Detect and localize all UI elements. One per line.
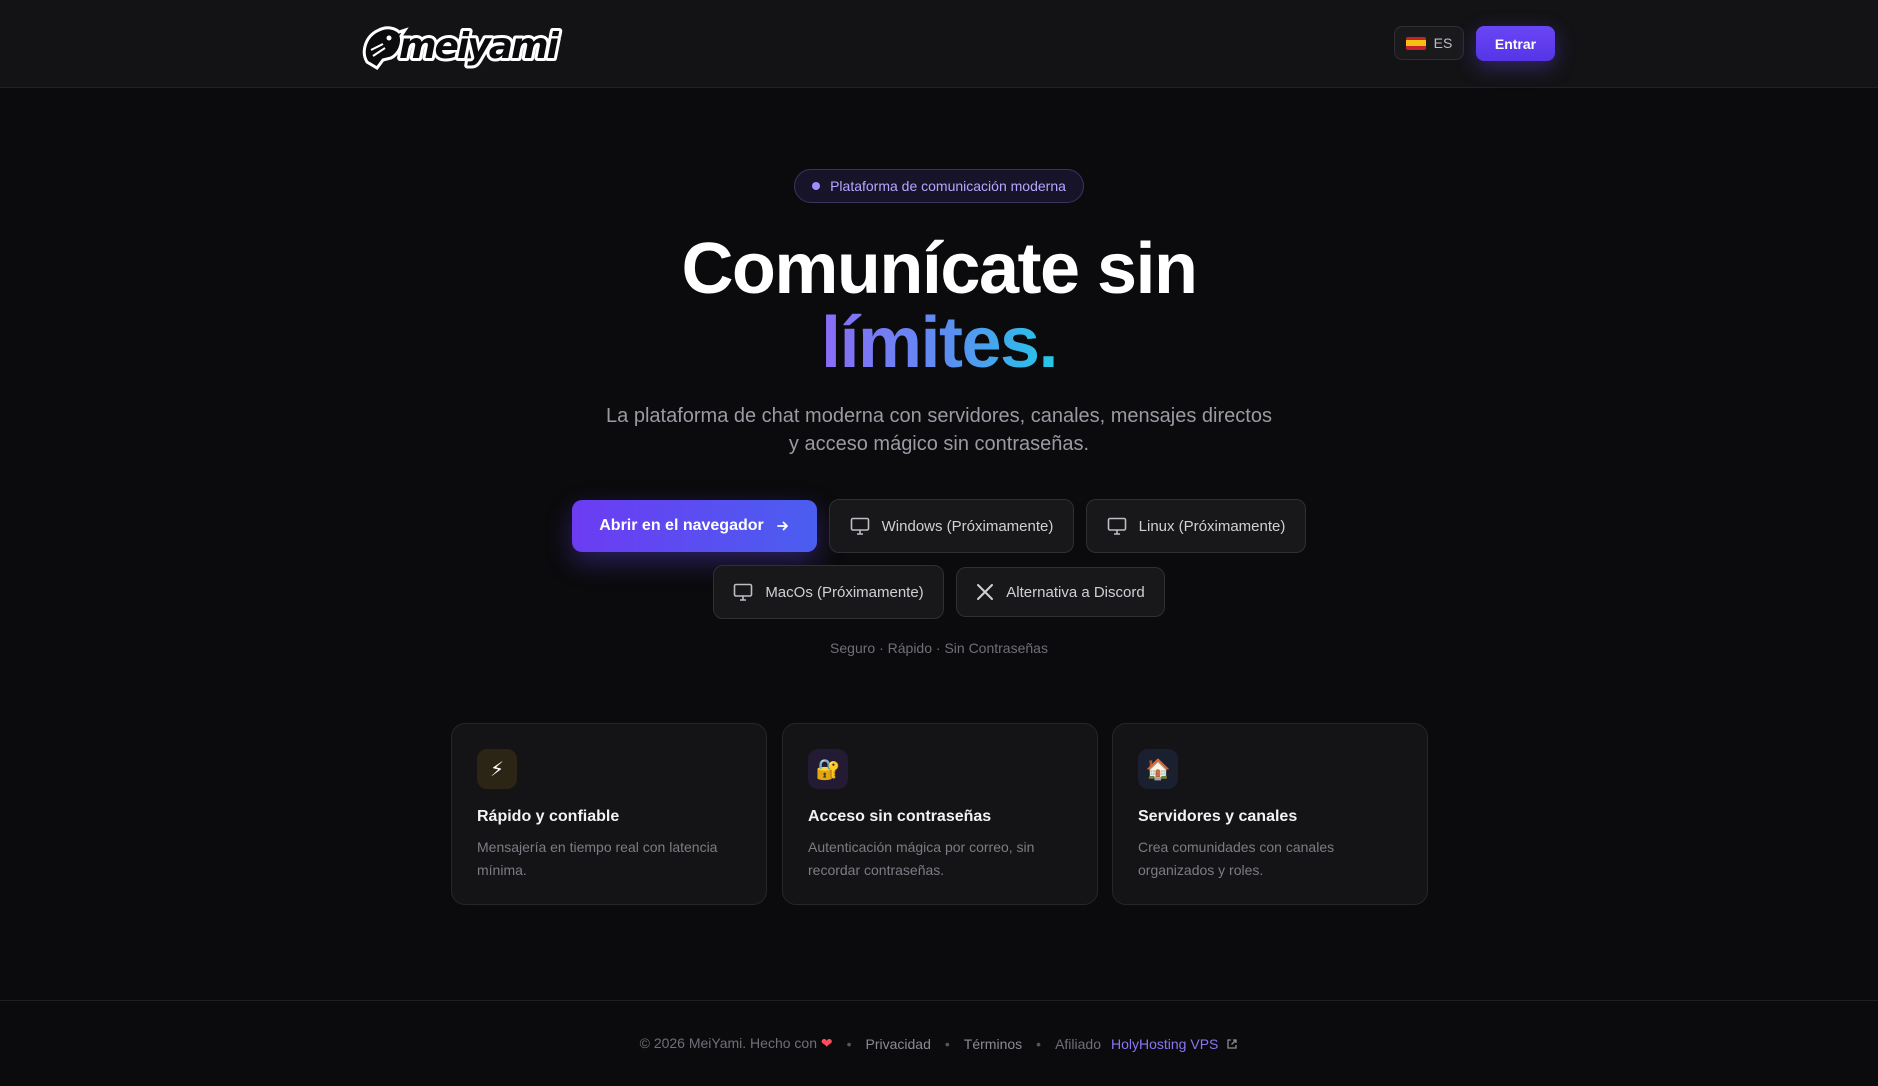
meiyami-logo[interactable]: meiyami meiyami: [357, 18, 603, 70]
open-in-browser-button[interactable]: Abrir en el navegador: [572, 500, 817, 552]
discord-alternative-button[interactable]: Alternativa a Discord: [956, 567, 1165, 617]
feature-card-fast: ⚡ Rápido y confiable Mensajería en tiemp…: [451, 723, 767, 905]
feature-description: Crea comunidades con canales organizados…: [1138, 839, 1335, 878]
lightning-icon: ⚡: [477, 749, 517, 789]
feature-card-servers: 🏠 Servidores y canales Crea comunidades …: [1112, 723, 1428, 905]
privacy-link[interactable]: Privacidad: [866, 1036, 931, 1052]
hero-title-line1: Comunícate sin: [681, 229, 1198, 309]
linux-label: Linux (Próximamente): [1138, 517, 1286, 535]
terms-link[interactable]: Términos: [964, 1036, 1022, 1052]
platform-badge: Plataforma de comunicación moderna: [794, 169, 1084, 203]
page-footer: © 2026 MeiYami. Hecho con ❤ • Privacidad…: [0, 1000, 1878, 1086]
badge-dot-icon: [812, 182, 821, 190]
spain-flag-icon: [1405, 36, 1426, 50]
language-code: ES: [1433, 35, 1453, 51]
monitor-icon: [1107, 517, 1126, 535]
svg-text:meiyami: meiyami: [399, 26, 560, 67]
feature-title: Rápido y confiable: [477, 808, 620, 825]
language-selector[interactable]: ES: [1394, 26, 1464, 60]
affiliate-link[interactable]: HolyHosting VPS: [1111, 1036, 1218, 1052]
monitor-icon: [850, 517, 869, 535]
feature-description: Mensajería en tiempo real con latencia m…: [477, 839, 718, 878]
top-header: meiyami meiyami ES Entrar: [0, 0, 1878, 88]
heart-icon: ❤: [820, 1035, 833, 1051]
lock-key-icon: 🔐: [808, 749, 848, 789]
hero-tagline: Seguro · Rápido · Sin Contraseñas: [830, 640, 1048, 656]
macos-label: MacOs (Próximamente): [765, 583, 924, 601]
hero-subtitle-line1: La plataforma de chat moderna con servid…: [606, 405, 1272, 427]
hero-title-accent: límites.: [820, 303, 1059, 383]
feature-title: Acceso sin contraseñas: [808, 808, 992, 825]
affiliate-label: Afiliado: [1055, 1035, 1101, 1052]
house-icon: 🏠: [1138, 749, 1178, 789]
linux-download-button[interactable]: Linux (Próximamente): [1086, 499, 1306, 553]
macos-download-button[interactable]: MacOs (Próximamente): [713, 565, 944, 619]
external-link-icon[interactable]: [1226, 1038, 1238, 1050]
windows-download-button[interactable]: Windows (Próximamente): [829, 499, 1074, 553]
login-button[interactable]: Entrar: [1476, 26, 1555, 61]
footer-separator: •: [1036, 1035, 1042, 1052]
open-in-browser-label: Abrir en el navegador: [599, 517, 764, 534]
hero-title: Comunícate sin límites.: [0, 232, 1878, 380]
feature-title: Servidores y canales: [1138, 808, 1298, 825]
monitor-icon: [734, 583, 753, 601]
footer-separator: •: [846, 1035, 852, 1052]
feature-description: Autenticación mágica por correo, sin rec…: [808, 839, 1035, 878]
discord-alternative-label: Alternativa a Discord: [1006, 583, 1145, 601]
footer-row: © 2026 MeiYami. Hecho con ❤ • Privacidad…: [0, 1035, 1878, 1052]
hero-subtitle-line2: y acceso mágico sin contraseñas.: [788, 433, 1090, 455]
badge-label: Plataforma de comunicación moderna: [830, 178, 1066, 194]
windows-label: Windows (Próximamente): [881, 517, 1054, 535]
hero-subtitle: La plataforma de chat moderna con servid…: [589, 402, 1289, 458]
arrow-right-icon: [776, 521, 788, 531]
footer-copyright: © 2026 MeiYami. Hecho con ❤: [639, 1035, 833, 1051]
footer-separator: •: [944, 1035, 950, 1052]
x-logo-icon: [977, 584, 994, 600]
feature-card-passwordless: 🔐 Acceso sin contraseñas Autenticación m…: [782, 723, 1098, 905]
